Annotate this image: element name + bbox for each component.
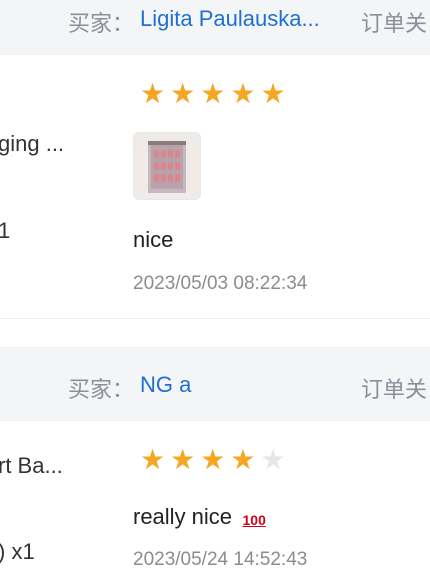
star-icon: ★	[200, 78, 226, 109]
star-icon: ★	[200, 444, 226, 475]
star-icon: ★	[140, 444, 166, 475]
divider	[0, 318, 430, 319]
review-comment: really nice	[133, 504, 233, 529]
star-icon: ★	[140, 78, 166, 109]
review-timestamp: 2023/05/24 14:52:43	[133, 549, 308, 570]
review-header-2: 买家： NG a 订单关	[0, 347, 430, 421]
review-photo-thumbnail[interactable]	[133, 132, 201, 200]
product-title[interactable]: rt Ba...	[0, 453, 63, 479]
star-icon: ★	[170, 444, 196, 475]
review-comment-row: really nice 100	[133, 504, 266, 530]
rating-stars: ★ ★ ★ ★ ★	[140, 80, 286, 108]
review-comment: nice	[133, 227, 174, 252]
product-title[interactable]: ging ...	[0, 131, 64, 157]
quantity: ) x1	[0, 539, 35, 564]
order-link[interactable]: 订单关	[361, 6, 427, 38]
quantity: 1	[0, 218, 11, 243]
rating-stars: ★ ★ ★ ★ ★	[140, 446, 286, 474]
hundred-points-icon: 100	[242, 511, 266, 528]
star-icon: ★	[230, 78, 256, 109]
star-icon: ★	[170, 78, 196, 109]
buyer-name-link[interactable]: NG a	[140, 372, 191, 398]
buyer-label: 买家：	[68, 377, 135, 402]
buyer-label: 买家：	[68, 11, 135, 36]
review-timestamp: 2023/05/03 08:22:34	[133, 273, 308, 294]
buyer-name-link[interactable]: Ligita Paulauska...	[140, 6, 320, 32]
order-link[interactable]: 订单关	[361, 372, 427, 404]
nail-kit-photo	[134, 133, 200, 199]
star-icon: ★	[260, 78, 286, 109]
star-icon: ★	[260, 444, 286, 475]
review-header-1: 买家： Ligita Paulauska... 订单关	[0, 0, 430, 55]
star-icon: ★	[230, 444, 256, 475]
